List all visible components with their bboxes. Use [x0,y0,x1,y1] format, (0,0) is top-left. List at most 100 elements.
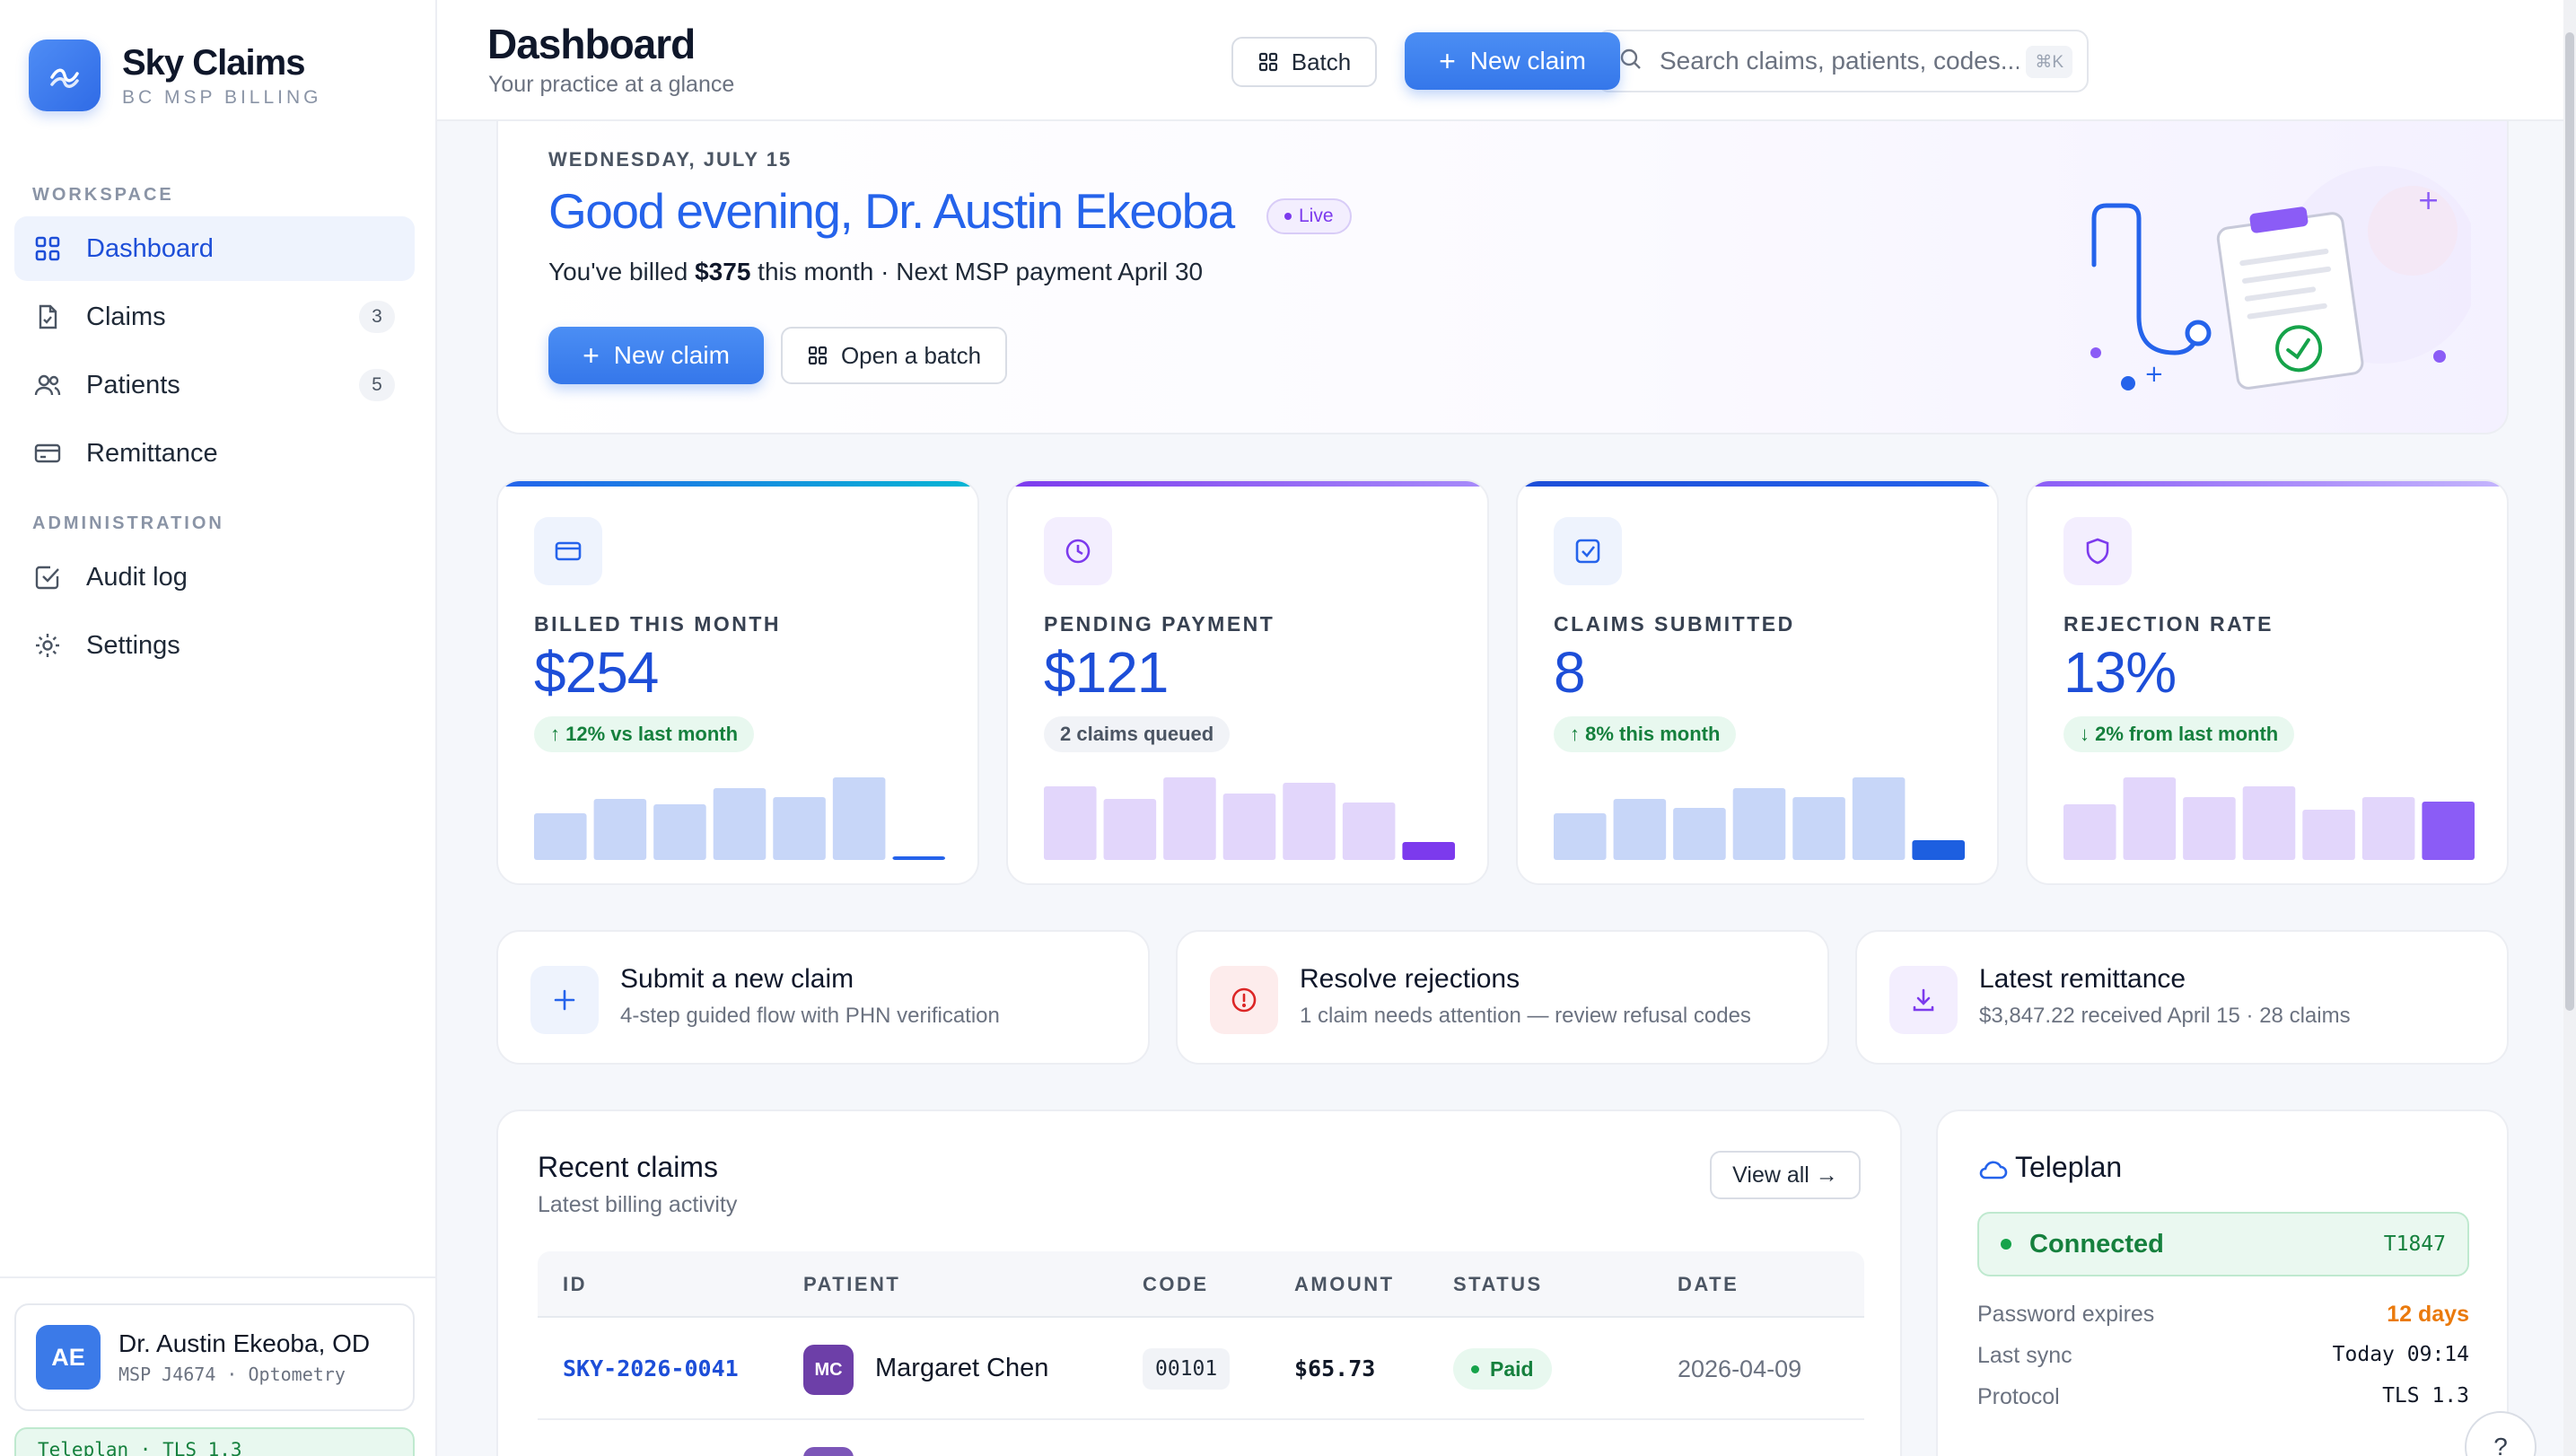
protocol-value: TLS 1.3 [2382,1384,2469,1408]
download-icon [1889,966,1958,1034]
sidebar-item-remittance[interactable]: Remittance [14,421,415,486]
table-row[interactable] [538,1422,1864,1456]
clipboard-stethoscope-illustration-icon: + + [2090,166,2471,390]
user-card[interactable]: AE Dr. Austin Ekeoba, OD MSP J4674 · Opt… [14,1303,415,1411]
spark-bar [2422,802,2475,860]
sidebar-item-audit-log[interactable]: Audit log [14,545,415,610]
recent-claims-title: Recent claims [538,1151,718,1183]
open-batch-button[interactable]: Open a batch [781,327,1007,384]
column-header-id[interactable]: ID [563,1273,587,1296]
column-header-status[interactable]: STATUS [1453,1273,1543,1296]
batch-button[interactable]: Batch [1231,37,1377,87]
column-header-amount[interactable]: AMOUNT [1294,1273,1395,1296]
connection-status: Connected T1847 [1977,1212,2469,1276]
spark-bar [2242,786,2296,860]
search-icon [1618,47,1643,76]
row-label: Protocol [1977,1384,2060,1409]
sidebar-item-label: Audit log [86,562,188,592]
sidebar-item-dashboard[interactable]: Dashboard [14,216,415,281]
stat-card-submitted[interactable]: CLAIMS SUBMITTED 8 ↑ 8% this month [1516,479,1999,885]
submit-claim-action[interactable]: Submit a new claim 4-step guided flow wi… [496,930,1150,1065]
spark-bar [713,788,767,860]
sidebar-item-label: Dashboard [86,233,214,263]
search-box[interactable]: ⌘K [1597,30,2089,92]
sidebar-item-settings[interactable]: Settings [14,613,415,678]
hero-summary: You've billed $375 this month · Next MSP… [548,258,1203,286]
stat-card-billed[interactable]: BILLED THIS MONTH $254 ↑ 12% vs last mon… [496,479,979,885]
table-header: ID PATIENT CODE AMOUNT STATUS DATE [538,1251,1864,1318]
table-row[interactable]: SKY-2026-0041 MC Margaret Chen 00101 $65… [538,1320,1864,1420]
password-expiry-row: Password expires 12 days [1977,1302,2469,1328]
claim-id-link[interactable]: SKY-2026-0041 [563,1355,739,1381]
scrollbar-thumb[interactable] [2565,32,2574,1011]
sidebar-item-label: Patients [86,370,180,399]
billing-code: 00101 [1143,1348,1231,1390]
stat-accent [498,481,977,487]
teleplan-title: Teleplan [2015,1151,2123,1183]
plus-icon [530,966,599,1034]
patient-avatar: MC [803,1345,854,1395]
connection-label: Connected [2029,1229,2164,1259]
svg-text:+: + [2417,185,2440,216]
gear-icon [32,630,63,661]
protocol-row: Protocol TLS 1.3 [1977,1384,2469,1410]
spark-bar [2302,810,2355,860]
spark-bar [1792,797,1845,860]
brand[interactable]: Sky Claims BC MSP BILLING [29,39,322,111]
column-header-patient[interactable]: PATIENT [803,1273,900,1296]
spark-bar [1402,842,1455,860]
latest-remittance-action[interactable]: Latest remittance $3,847.22 received Apr… [1855,930,2509,1065]
spark-bar [534,813,587,860]
recent-claims-panel: Recent claims Latest billing activity Vi… [496,1110,1902,1456]
spark-bar [1613,799,1667,860]
users-icon [32,370,63,400]
nav-section-administration: ADMINISTRATION [32,513,224,533]
checkbox-icon [32,562,63,592]
last-sync-value: Today 09:14 [2332,1343,2469,1366]
recent-claims-subtitle: Latest billing activity [538,1192,738,1217]
user-name: Dr. Austin Ekeoba, OD [118,1329,371,1357]
stat-value: $121 [1044,640,1169,705]
shield-icon [2063,517,2132,585]
batch-button-label: Batch [1291,48,1352,75]
action-title: Resolve rejections [1300,964,1520,994]
stat-trend-chip: ↑ 12% vs last month [534,716,755,752]
open-batch-label: Open a batch [840,341,982,369]
patients-count-badge: 5 [359,369,395,401]
alert-circle-icon [1210,966,1278,1034]
spark-bar [1044,786,1097,860]
stat-card-rejection[interactable]: REJECTION RATE 13% ↓ 2% from last month [2026,479,2509,885]
spark-bar [2183,797,2236,860]
spark-bar [1673,808,1726,860]
patient-avatar [803,1447,854,1456]
hero-date: WEDNESDAY, JULY 15 [548,148,793,171]
hero-summary-prefix: You've billed [548,258,696,285]
new-claim-button-label: New claim [1469,47,1586,75]
column-header-date[interactable]: DATE [1678,1273,1739,1296]
nav-section-workspace: WORKSPACE [32,185,174,205]
new-claim-button[interactable]: + New claim [1405,32,1620,90]
sidebar-item-claims[interactable]: Claims 3 [14,285,415,349]
sidebar-footer: AE Dr. Austin Ekeoba, OD MSP J4674 · Opt… [0,1276,435,1456]
stat-card-pending[interactable]: PENDING PAYMENT $121 2 claims queued [1006,479,1489,885]
spark-bar [1912,840,1965,860]
resolve-rejections-action[interactable]: Resolve rejections 1 claim needs attenti… [1176,930,1829,1065]
spark-bar [892,856,945,860]
spark-bar [1554,813,1607,860]
sidebar-item-patients[interactable]: Patients 5 [14,353,415,417]
stat-sparkbars [1554,777,1965,860]
teleplan-id: T1847 [2383,1232,2446,1256]
search-shortcut: ⌘K [2026,46,2072,78]
patient-name: Margaret Chen [875,1354,1049,1382]
column-header-code[interactable]: CODE [1143,1273,1209,1296]
hero-new-claim-button[interactable]: + New claim [548,327,764,384]
view-all-button[interactable]: View all → [1710,1151,1861,1199]
live-badge: Live [1266,198,1352,234]
page-title: Dashboard [487,21,696,67]
action-title: Latest remittance [1979,964,2186,994]
search-input[interactable] [1660,47,2019,75]
hero-greeting: Good evening, Dr. Austin Ekeoba [548,183,1235,239]
stat-value: $254 [534,640,659,705]
action-subtitle: 1 claim needs attention — review refusal… [1300,1004,1751,1028]
stat-value: 8 [1554,640,1586,705]
